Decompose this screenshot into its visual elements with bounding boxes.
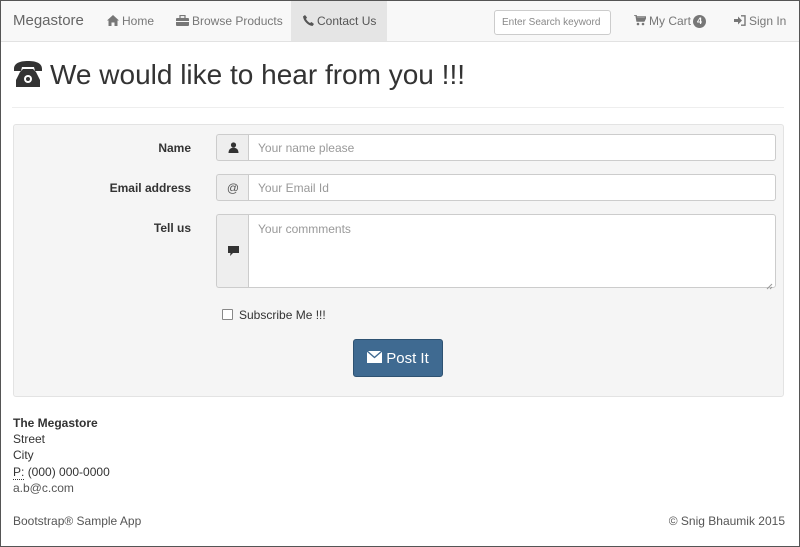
- sign-in-icon: [734, 2, 746, 42]
- search-input[interactable]: [494, 10, 611, 35]
- nav-browse-products[interactable]: Browse Products: [176, 1, 283, 41]
- nav-browse-label: Browse Products: [192, 14, 283, 28]
- page-header: We would like to hear from you !!!: [12, 56, 784, 108]
- nav-my-cart[interactable]: My Cart 4: [634, 1, 707, 42]
- user-icon: [216, 134, 249, 161]
- address-company: The Megastore: [13, 416, 98, 430]
- cart-label: My Cart: [649, 14, 691, 28]
- comments-label: Tell us: [153, 221, 191, 235]
- briefcase-icon: [176, 2, 189, 42]
- email-label: Email address: [109, 181, 191, 195]
- email-field[interactable]: [248, 174, 776, 201]
- phone-icon: [12, 60, 44, 91]
- nav-home[interactable]: Home: [107, 1, 154, 41]
- subscribe-label: Subscribe Me !!!: [239, 308, 326, 322]
- address-city: City: [13, 448, 34, 462]
- at-sign-addon: @: [216, 174, 249, 201]
- subscribe-checkbox[interactable]: [222, 309, 233, 320]
- comments-field[interactable]: [248, 214, 776, 288]
- post-it-button[interactable]: Post It: [353, 339, 443, 377]
- name-label: Name: [158, 141, 191, 155]
- footer-copyright: © Snig Bhaumik 2015: [668, 514, 785, 528]
- envelope-icon: [366, 349, 383, 367]
- sign-in-label: Sign In: [749, 14, 787, 28]
- navbar: Megastore Home Browse Products Contact U…: [1, 1, 799, 42]
- name-field[interactable]: [248, 134, 776, 161]
- nav-sign-in[interactable]: Sign In: [734, 1, 786, 41]
- address-street: Street: [13, 432, 46, 446]
- post-it-label: Post It: [386, 349, 429, 367]
- comment-icon: [216, 214, 249, 288]
- resize-handle-icon[interactable]: [765, 279, 773, 290]
- phone-icon: [303, 2, 314, 42]
- cart-count-badge: 4: [693, 15, 707, 29]
- footer-left-text: Bootstrap® Sample App: [13, 514, 142, 528]
- brand-logo[interactable]: Megastore: [13, 12, 84, 29]
- page-title: We would like to hear from you !!!: [50, 59, 465, 90]
- address-phone-line: P: (000) 000-0000: [13, 465, 110, 480]
- address-email-link[interactable]: a.b@c.com: [13, 481, 74, 495]
- nav-contact-label: Contact Us: [317, 14, 377, 28]
- phone-abbr: P:: [13, 465, 25, 480]
- nav-contact-us[interactable]: Contact Us: [291, 1, 387, 41]
- home-icon: [107, 2, 119, 42]
- address-phone: (000) 000-0000: [27, 465, 110, 479]
- cart-icon: [634, 2, 648, 42]
- nav-home-label: Home: [122, 14, 155, 28]
